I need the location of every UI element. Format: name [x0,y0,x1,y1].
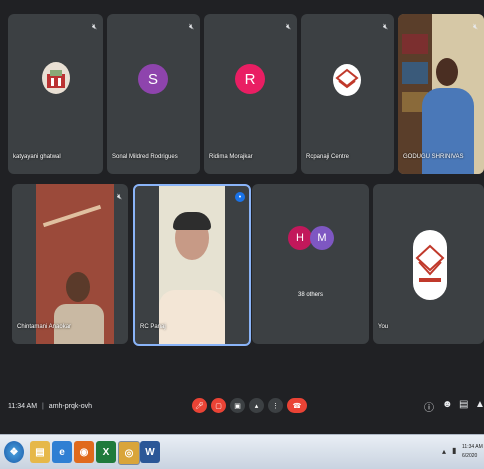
participant-video-tile[interactable]: 🔇︎ GODUGU SHRINIVAS [398,14,484,174]
info-button[interactable]: ⓘ [424,399,434,414]
meeting-info: 11:34 AM | amh-prqk-ovh [8,403,92,410]
participant-tile[interactable]: 🔇︎ R Ridima Morajkar [204,14,297,174]
mic-off-icon: 🔇︎ [382,22,388,31]
self-tile[interactable]: You [373,184,484,344]
people-button[interactable]: ☻ [442,399,453,410]
windows-taskbar: ❖ ▤ e ◉ X ◎ W ▴ ▮ 11:34 AM 6/2020 [0,434,484,469]
mic-off-icon: 🔇︎ [188,22,194,31]
participant-name: Sonal Mildred Rodrigues [112,154,178,160]
avatar-initial: S [147,70,158,88]
clock-time: 11:34 AM [462,444,483,450]
speaking-indicator: • [235,192,245,202]
participant-name: GODUGU SHRINIVAS [403,154,464,160]
captions-icon: ▣ [234,402,241,410]
avatar: R [235,64,265,94]
meeting-separator: | [42,403,44,410]
windows-start-icon[interactable]: ❖ [4,441,24,463]
avatar: S [138,64,168,94]
avatar: M [310,226,334,250]
end-call-button[interactable]: ☎ [287,398,307,413]
video-feed [159,186,225,344]
avatar: H [288,226,312,250]
avatar-initial: M [317,232,327,244]
person-head [436,58,458,86]
organization-logo [413,230,447,300]
book-logo-icon [335,68,359,89]
participant-name: Rcpanaji Centre [306,154,350,160]
participant-tile[interactable]: 🔇︎ katyayani ghatwal [8,14,103,174]
chat-button[interactable]: ▤ [459,399,468,410]
avatar-initial: R [244,70,256,88]
mic-off-icon: 🔇︎ [91,22,97,31]
mic-off-icon: 🔇︎ [472,22,478,31]
meeting-code: amh-prqk-ovh [48,403,92,410]
avatar-initial: H [296,232,304,244]
participant-name: Ridima Morajkar [209,154,253,160]
chrome-icon[interactable]: ◎ [118,441,140,465]
more-options-button[interactable]: ⋮ [268,398,283,413]
participant-name: RC Panaj [140,324,166,330]
word-icon[interactable]: W [140,441,160,463]
participant-avatar-image [42,62,70,94]
mic-toggle-button[interactable]: 🎤︎ [192,398,207,413]
others-tile[interactable]: H M 38 others [252,184,369,344]
mic-off-icon: 🔇︎ [116,192,122,201]
meet-window: 🔇︎ katyayani ghatwal 🔇︎ S Sonal Mildred … [0,0,484,434]
tray-chevron-icon[interactable]: ▴ [442,447,446,456]
book-logo-icon [415,244,445,282]
participant-tile[interactable]: 🔇︎ S Sonal Mildred Rodrigues [107,14,200,174]
end-call-icon: ☎ [292,402,302,410]
others-count-label: 38 others [297,292,324,298]
present-button[interactable]: ▴ [249,398,264,413]
internet-explorer-icon[interactable]: e [52,441,72,463]
file-explorer-icon[interactable]: ▤ [30,441,50,463]
participant-name: You [378,324,389,330]
more-icon: ⋮ [272,402,279,410]
mic-off-icon: 🎤︎ [195,402,204,410]
captions-button[interactable]: ▣ [230,398,245,413]
excel-icon[interactable]: X [96,441,116,463]
clock-date: 6/2020 [462,453,478,459]
participant-video-tile[interactable]: 🔇︎ Chintamani Anaokar [12,184,128,344]
participant-name: Chintamani Anaokar [17,324,72,330]
network-icon[interactable]: ▮ [452,446,456,455]
organization-logo [333,64,361,96]
firefox-icon[interactable]: ◉ [74,441,94,463]
participant-tile[interactable]: 🔇︎ Rcpanaji Centre [301,14,394,174]
mic-off-icon: 🔇︎ [285,22,291,31]
video-feed [36,184,114,344]
activities-button[interactable]: ▲ [475,399,484,410]
participant-name: katyayani ghatwal [13,154,61,160]
building-icon [47,70,65,88]
system-clock[interactable]: 11:34 AM 6/2020 [462,443,483,461]
camera-toggle-button[interactable]: ▢ [211,398,226,413]
present-icon: ▴ [254,402,259,410]
camera-off-icon: ▢ [215,402,222,410]
person-body [422,88,474,174]
active-speaker-tile[interactable]: • RC Panaj [133,184,251,346]
meeting-time: 11:34 AM [8,403,38,410]
